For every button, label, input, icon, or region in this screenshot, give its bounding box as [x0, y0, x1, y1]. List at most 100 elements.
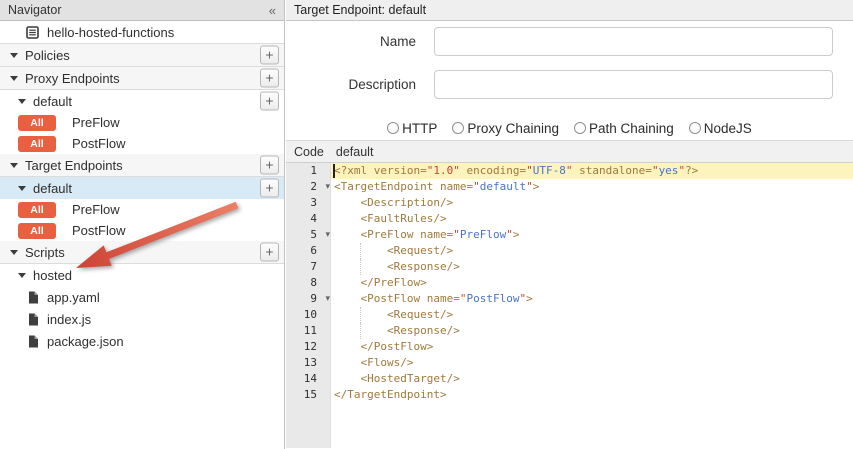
line-number: 11	[286, 323, 331, 339]
sidebar-item-target-default[interactable]: default +	[0, 177, 284, 199]
sidebar-item-file-index-js[interactable]: index.js	[0, 308, 284, 330]
code-text[interactable]: <PostFlow name="PostFlow">	[331, 291, 853, 307]
xml-code-editor[interactable]: 1<?xml version="1.0" encoding="UTF-8" st…	[286, 163, 853, 448]
code-text[interactable]: </PostFlow>	[331, 339, 853, 355]
radio-proxy-chaining[interactable]: Proxy Chaining	[452, 121, 559, 136]
navigator-header: Navigator «	[0, 0, 284, 21]
radio-http[interactable]: HTTP	[387, 121, 437, 136]
radio-label: NodeJS	[704, 121, 752, 136]
sidebar-section-policies[interactable]: Policies +	[0, 44, 284, 67]
code-text[interactable]: </PreFlow>	[331, 275, 853, 291]
line-number: 5▾	[286, 227, 331, 243]
code-tab-bar: Code default	[286, 140, 853, 163]
sidebar-section-proxy-endpoints[interactable]: Proxy Endpoints +	[0, 67, 284, 90]
code-line[interactable]: 7 <Response/>	[286, 259, 853, 275]
name-field[interactable]	[434, 27, 833, 56]
add-proxy-flow-button[interactable]: +	[260, 92, 279, 111]
add-target-flow-button[interactable]: +	[260, 179, 279, 198]
postflow-label: PostFlow	[72, 136, 125, 151]
expand-triangle-icon[interactable]	[10, 163, 18, 168]
flow-condition-badge: All	[18, 115, 56, 131]
code-text[interactable]: <Response/>	[331, 323, 853, 339]
line-number: 3	[286, 195, 331, 211]
expand-triangle-icon[interactable]	[18, 99, 26, 104]
collapse-sidebar-icon[interactable]: «	[269, 3, 276, 18]
sidebar-section-target-endpoints[interactable]: Target Endpoints +	[0, 154, 284, 177]
fold-icon[interactable]: ▾	[325, 291, 330, 307]
code-line[interactable]: 6 <Request/>	[286, 243, 853, 259]
code-line[interactable]: 11 <Response/>	[286, 323, 853, 339]
add-script-button[interactable]: +	[260, 243, 279, 262]
code-text[interactable]: </TargetEndpoint>	[331, 387, 853, 403]
description-field[interactable]	[434, 70, 833, 99]
code-line[interactable]: 2▾<TargetEndpoint name="default">	[286, 179, 853, 195]
sidebar-section-scripts[interactable]: Scripts +	[0, 241, 284, 264]
sidebar-item-proxy-preflow[interactable]: All PreFlow	[0, 112, 284, 133]
line-number: 10	[286, 307, 331, 323]
add-policy-button[interactable]: +	[260, 46, 279, 65]
code-text[interactable]: <Response/>	[331, 259, 853, 275]
line-number: 7	[286, 259, 331, 275]
line-number: 6	[286, 243, 331, 259]
code-line[interactable]: 4 <FaultRules/>	[286, 211, 853, 227]
section-label-target-endpoints: Target Endpoints	[25, 158, 123, 173]
radio-nodejs[interactable]: NodeJS	[689, 121, 752, 136]
code-line[interactable]: 9▾ <PostFlow name="PostFlow">	[286, 291, 853, 307]
line-number: 9▾	[286, 291, 331, 307]
navigator-sidebar: Navigator « hello-hosted-functions Polic…	[0, 0, 285, 449]
expand-triangle-icon[interactable]	[10, 53, 18, 58]
code-text[interactable]: <Request/>	[331, 307, 853, 323]
code-line[interactable]: 13 <Flows/>	[286, 355, 853, 371]
radio-path-chaining[interactable]: Path Chaining	[574, 121, 674, 136]
code-text[interactable]: <Description/>	[331, 195, 853, 211]
sidebar-item-file-app-yaml[interactable]: app.yaml	[0, 286, 284, 308]
code-text[interactable]: <PreFlow name="PreFlow">	[331, 227, 853, 243]
code-line[interactable]: 8 </PreFlow>	[286, 275, 853, 291]
code-line[interactable]: 10 <Request/>	[286, 307, 853, 323]
line-number: 1	[286, 163, 331, 179]
code-line[interactable]: 5▾ <PreFlow name="PreFlow">	[286, 227, 853, 243]
hosted-folder-label: hosted	[33, 268, 72, 283]
code-line[interactable]: 14 <HostedTarget/>	[286, 371, 853, 387]
postflow-label: PostFlow	[72, 223, 125, 238]
code-text[interactable]: <HostedTarget/>	[331, 371, 853, 387]
sidebar-item-target-postflow[interactable]: All PostFlow	[0, 220, 284, 241]
endpoint-form: Name Description HTTP Proxy Chaining Pat…	[286, 21, 853, 140]
expand-triangle-icon[interactable]	[18, 273, 26, 278]
sidebar-item-hosted-folder[interactable]: hosted	[0, 264, 284, 286]
code-text[interactable]: <?xml version="1.0" encoding="UTF-8" sta…	[331, 163, 853, 179]
indent-guide	[360, 259, 361, 275]
proxy-default-label: default	[33, 94, 72, 109]
code-text[interactable]: <Request/>	[331, 243, 853, 259]
fold-icon[interactable]: ▾	[325, 179, 330, 195]
radio-icon[interactable]	[452, 122, 464, 134]
code-text[interactable]: <Flows/>	[331, 355, 853, 371]
code-text[interactable]: <TargetEndpoint name="default">	[331, 179, 853, 195]
radio-label: Path Chaining	[589, 121, 674, 136]
expand-triangle-icon[interactable]	[18, 186, 26, 191]
fold-icon[interactable]: ▾	[325, 227, 330, 243]
navigator-title: Navigator	[8, 3, 62, 17]
code-text[interactable]: <FaultRules/>	[331, 211, 853, 227]
sidebar-item-file-package-json[interactable]: package.json	[0, 330, 284, 352]
sidebar-item-bundle[interactable]: hello-hosted-functions	[0, 21, 284, 44]
sidebar-item-proxy-postflow[interactable]: All PostFlow	[0, 133, 284, 154]
code-line[interactable]: 3 <Description/>	[286, 195, 853, 211]
file-icon	[28, 313, 39, 326]
add-target-endpoint-button[interactable]: +	[260, 156, 279, 175]
code-line[interactable]: 1<?xml version="1.0" encoding="UTF-8" st…	[286, 163, 853, 179]
radio-icon[interactable]	[387, 122, 399, 134]
line-number: 4	[286, 211, 331, 227]
add-proxy-endpoint-button[interactable]: +	[260, 69, 279, 88]
sidebar-item-target-preflow[interactable]: All PreFlow	[0, 199, 284, 220]
radio-icon[interactable]	[574, 122, 586, 134]
sidebar-item-proxy-default[interactable]: default +	[0, 90, 284, 112]
code-tab-label: Code	[294, 145, 324, 159]
code-line[interactable]: 15</TargetEndpoint>	[286, 387, 853, 403]
radio-icon[interactable]	[689, 122, 701, 134]
file-icon	[28, 335, 39, 348]
code-file-name[interactable]: default	[336, 145, 374, 159]
expand-triangle-icon[interactable]	[10, 76, 18, 81]
code-line[interactable]: 12 </PostFlow>	[286, 339, 853, 355]
expand-triangle-icon[interactable]	[10, 250, 18, 255]
